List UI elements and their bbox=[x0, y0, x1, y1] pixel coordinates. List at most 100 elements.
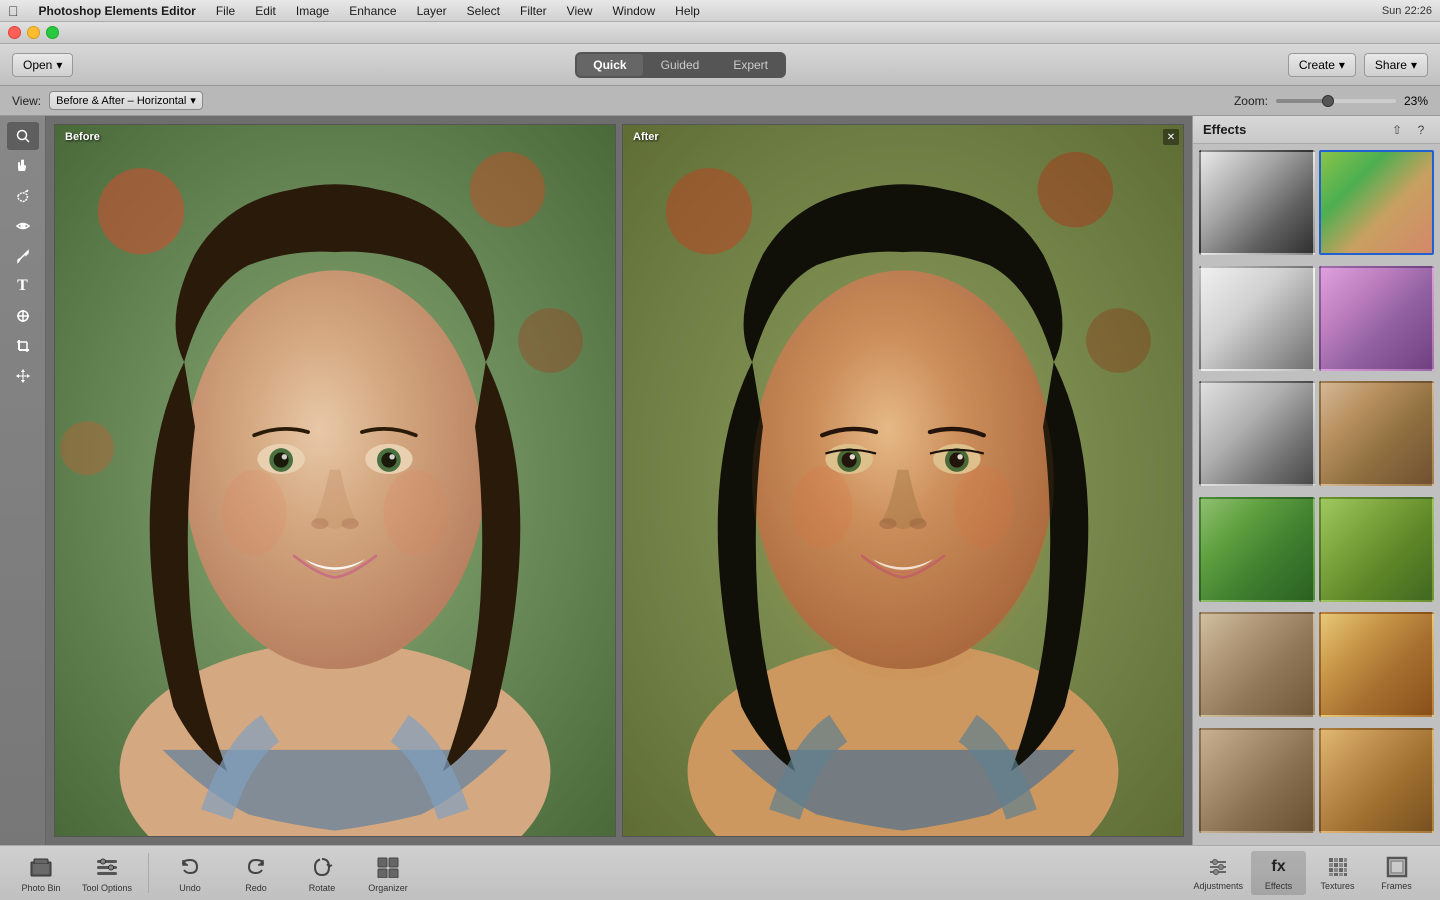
effects-header-icons: ⇧ ? bbox=[1388, 121, 1430, 139]
view-label: View: bbox=[12, 94, 41, 108]
effect-warm1[interactable] bbox=[1319, 612, 1435, 717]
minimize-window-button[interactable] bbox=[27, 26, 40, 39]
effects-tool[interactable]: fx Effects bbox=[1251, 851, 1306, 895]
effect-vintage2[interactable] bbox=[1199, 728, 1315, 833]
menu-window[interactable]: Window bbox=[604, 2, 663, 20]
share-button[interactable]: Share ▾ bbox=[1364, 53, 1428, 77]
open-arrow-icon: ▾ bbox=[56, 58, 62, 72]
after-label: After bbox=[633, 131, 659, 143]
view-dropdown-arrow: ▾ bbox=[190, 94, 196, 107]
effects-title: Effects bbox=[1203, 122, 1246, 137]
menu-app-name[interactable]: Photoshop Elements Editor bbox=[31, 2, 204, 20]
hand-tool[interactable] bbox=[7, 152, 39, 180]
undo-icon bbox=[176, 853, 204, 881]
before-portrait bbox=[55, 125, 615, 836]
close-window-button[interactable] bbox=[8, 26, 21, 39]
effect-gray2[interactable] bbox=[1199, 381, 1315, 486]
organizer-button[interactable]: Organizer bbox=[363, 853, 413, 893]
brush-tool[interactable] bbox=[7, 242, 39, 270]
effects-upload-icon[interactable]: ⇧ bbox=[1388, 121, 1406, 139]
red-eye-tool[interactable] bbox=[7, 212, 39, 240]
view-dropdown[interactable]: Before & After – Horizontal ▾ bbox=[49, 91, 203, 110]
main-content: T Before bbox=[0, 116, 1440, 845]
mode-tabs: Quick Guided Expert bbox=[575, 52, 786, 78]
effect-green1[interactable] bbox=[1199, 497, 1315, 602]
close-after-panel-button[interactable]: ✕ bbox=[1163, 129, 1179, 145]
organizer-icon bbox=[374, 853, 402, 881]
create-label: Create bbox=[1299, 58, 1335, 72]
menu-image[interactable]: Image bbox=[288, 2, 337, 20]
effect-green2[interactable] bbox=[1319, 497, 1435, 602]
adjustments-label: Adjustments bbox=[1193, 881, 1243, 891]
menu-edit[interactable]: Edit bbox=[247, 2, 284, 20]
redo-icon bbox=[242, 853, 270, 881]
menu-file[interactable]: File bbox=[208, 2, 243, 20]
effects-panel: Effects ⇧ ? bbox=[1192, 116, 1440, 845]
close-icon: ✕ bbox=[1167, 132, 1175, 143]
menu-help[interactable]: Help bbox=[667, 2, 708, 20]
before-after-container: Before bbox=[54, 124, 1184, 837]
move-tool[interactable] bbox=[7, 362, 39, 390]
menu-enhance[interactable]: Enhance bbox=[341, 2, 404, 20]
text-tool[interactable]: T bbox=[7, 272, 39, 300]
share-arrow-icon: ▾ bbox=[1411, 58, 1417, 72]
redo-button[interactable]: Redo bbox=[231, 853, 281, 893]
zoom-area: Zoom: 23% bbox=[1234, 94, 1428, 108]
frames-icon bbox=[1385, 855, 1409, 879]
menubar-status: Sun 22:26 bbox=[1382, 5, 1432, 17]
canvas-area: Before bbox=[46, 116, 1192, 845]
photo-bin-label: Photo Bin bbox=[21, 883, 60, 893]
menu-layer[interactable]: Layer bbox=[409, 2, 455, 20]
textures-tool[interactable]: Textures bbox=[1310, 851, 1365, 895]
zoom-tool[interactable] bbox=[7, 122, 39, 150]
effect-bw-portrait[interactable] bbox=[1199, 150, 1315, 255]
tab-expert[interactable]: Expert bbox=[717, 54, 784, 76]
view-bar: View: Before & After – Horizontal ▾ Zoom… bbox=[0, 86, 1440, 116]
menu-view[interactable]: View bbox=[559, 2, 601, 20]
undo-button[interactable]: Undo bbox=[165, 853, 215, 893]
crop-tool[interactable] bbox=[7, 332, 39, 360]
effects-label: Effects bbox=[1265, 881, 1292, 891]
photo-bin-button[interactable]: Photo Bin bbox=[16, 853, 66, 893]
zoom-slider[interactable] bbox=[1276, 99, 1396, 103]
view-option-label: Before & After – Horizontal bbox=[56, 95, 186, 107]
menu-select[interactable]: Select bbox=[459, 2, 508, 20]
effect-sepia[interactable] bbox=[1319, 381, 1435, 486]
rotate-button[interactable]: Rotate bbox=[297, 853, 347, 893]
main-toolbar: Open ▾ Quick Guided Expert Create ▾ Shar… bbox=[0, 44, 1440, 86]
tab-guided[interactable]: Guided bbox=[645, 54, 716, 76]
zoom-slider-thumb[interactable] bbox=[1322, 95, 1334, 107]
textures-label: Textures bbox=[1320, 881, 1354, 891]
adjustments-icon bbox=[1206, 855, 1230, 879]
separator-1 bbox=[148, 853, 149, 893]
zoom-label: Zoom: bbox=[1234, 94, 1268, 108]
create-arrow-icon: ▾ bbox=[1339, 58, 1345, 72]
adjustments-tool[interactable]: Adjustments bbox=[1189, 851, 1247, 895]
left-toolbar: T bbox=[0, 116, 46, 845]
frames-tool[interactable]: Frames bbox=[1369, 851, 1424, 895]
open-button[interactable]: Open ▾ bbox=[12, 53, 73, 77]
textures-icon bbox=[1326, 855, 1350, 879]
quick-select-tool[interactable] bbox=[7, 182, 39, 210]
tab-quick[interactable]: Quick bbox=[577, 54, 642, 76]
effects-header: Effects ⇧ ? bbox=[1193, 116, 1440, 144]
share-label: Share bbox=[1375, 58, 1407, 72]
maximize-window-button[interactable] bbox=[46, 26, 59, 39]
effect-color-portrait[interactable] bbox=[1319, 150, 1435, 255]
effect-warm2[interactable] bbox=[1319, 728, 1435, 833]
effect-sketch[interactable] bbox=[1199, 266, 1315, 371]
create-button[interactable]: Create ▾ bbox=[1288, 53, 1356, 77]
effects-help-icon[interactable]: ? bbox=[1412, 121, 1430, 139]
undo-label: Undo bbox=[179, 883, 201, 893]
heal-tool[interactable] bbox=[7, 302, 39, 330]
effect-watercolor[interactable] bbox=[1319, 266, 1435, 371]
frames-label: Frames bbox=[1381, 881, 1412, 891]
organizer-label: Organizer bbox=[368, 883, 408, 893]
menu-filter[interactable]: Filter bbox=[512, 2, 555, 20]
zoom-percent: 23% bbox=[1404, 94, 1428, 108]
photo-bin-icon bbox=[27, 853, 55, 881]
tool-options-button[interactable]: Tool Options bbox=[82, 853, 132, 893]
effect-vintage1[interactable] bbox=[1199, 612, 1315, 717]
bottom-right-tools: Adjustments fx Effects bbox=[1189, 851, 1424, 895]
apple-logo:  bbox=[8, 3, 19, 19]
